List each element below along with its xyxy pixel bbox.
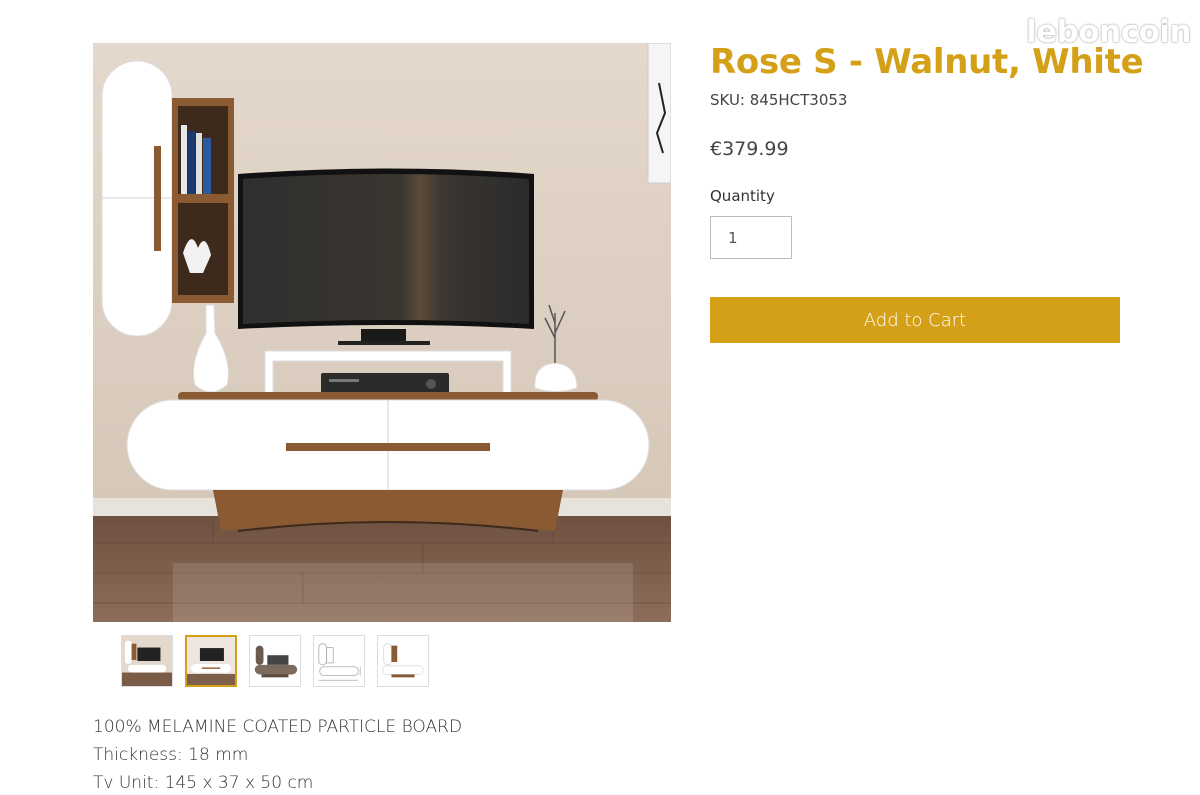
description-line-thickness: Thickness: 18 mm (93, 745, 249, 765)
product-sku: SKU: 845HCT3053 (710, 91, 848, 109)
product-price: €379.99 (710, 138, 789, 160)
thumbnail-1[interactable] (121, 635, 173, 687)
thumbnail-strip (121, 635, 429, 687)
description-line-dimensions: Tv Unit: 145 x 37 x 50 cm (93, 773, 314, 793)
thumbnail-5[interactable] (377, 635, 429, 687)
product-description: 100% MELAMINE COATED PARTICLE BOARD Thic… (93, 713, 462, 795)
product-title: Rose S - Walnut, White (710, 42, 1144, 82)
thumbnail-2[interactable] (185, 635, 237, 687)
quantity-input[interactable] (710, 216, 792, 259)
description-line-material: 100% MELAMINE COATED PARTICLE BOARD (93, 717, 463, 737)
product-main-image[interactable] (93, 43, 671, 622)
add-to-cart-button[interactable]: Add to Cart (710, 297, 1120, 343)
thumbnail-3[interactable] (249, 635, 301, 687)
thumbnail-4[interactable] (313, 635, 365, 687)
quantity-label: Quantity (710, 187, 775, 205)
